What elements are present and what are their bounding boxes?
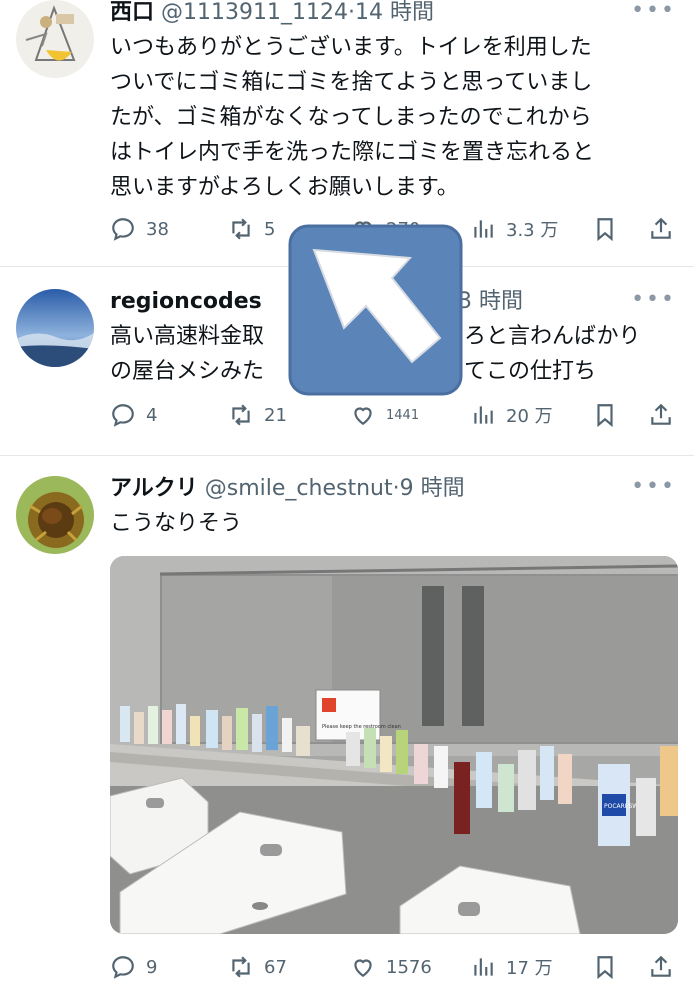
- timestamp[interactable]: 9 時間: [400, 476, 465, 501]
- retweet-icon: [232, 404, 250, 426]
- views-button[interactable]: 20 万: [470, 400, 553, 430]
- share-button[interactable]: [648, 952, 684, 982]
- share-icon: [651, 217, 671, 239]
- action-bar: 9 67 1576 17 万: [110, 952, 680, 982]
- reply-button[interactable]: 4: [110, 400, 157, 430]
- bookmark-icon: [597, 218, 613, 242]
- views-icon: [474, 958, 493, 976]
- bookmark-icon: [597, 956, 613, 980]
- retweet-icon: [232, 956, 250, 978]
- user-handle[interactable]: @1113911_1124: [161, 0, 348, 25]
- reply-count: 9: [146, 956, 158, 978]
- reply-icon: [112, 956, 134, 979]
- tweet-header: regioncodes: [110, 287, 262, 317]
- display-name[interactable]: 西口: [110, 0, 154, 25]
- share-button[interactable]: [648, 400, 684, 430]
- retweet-count: 67: [264, 956, 287, 978]
- share-button[interactable]: [648, 214, 684, 244]
- action-bar: 4 21 1441 20 万: [110, 400, 680, 430]
- user-handle[interactable]: @smile_chestnut: [205, 476, 393, 501]
- text-line: こうなりそう: [110, 511, 243, 536]
- timestamp[interactable]: 14 時間: [355, 0, 434, 25]
- bookmark-button[interactable]: [592, 400, 628, 430]
- restroom-sign: Please keep the restroom clean: [322, 724, 401, 730]
- tweet-text: いつもありがとうございます。トイレを利用した ついでにゴミ箱にゴミを捨てようと思…: [110, 30, 670, 205]
- bookmark-button[interactable]: [592, 214, 628, 244]
- text-line: たが、ゴミ箱がなくなってしまったのでこれから: [110, 105, 592, 130]
- reply-button[interactable]: 9: [110, 952, 157, 982]
- views-count: 20 万: [506, 406, 553, 427]
- tweet-text: こうなりそう: [110, 506, 670, 541]
- tweet-3[interactable]: アルクリ @smile_chestnut·9 時間 ••• こうなりそう Ple…: [0, 456, 694, 1000]
- tweet-photo[interactable]: Please keep the restroom clean POCARI SW…: [110, 556, 678, 934]
- views-count: 3.3 万: [506, 220, 559, 241]
- like-count: 1441: [386, 407, 420, 423]
- retweet-button[interactable]: 21: [228, 400, 287, 430]
- display-name[interactable]: アルクリ: [110, 476, 198, 501]
- cursor-arrow-icon: [288, 224, 463, 396]
- tweet-header: アルクリ @smile_chestnut·9 時間: [110, 476, 465, 501]
- retweet-count: 21: [264, 404, 287, 426]
- share-icon: [651, 403, 671, 425]
- more-options-icon[interactable]: •••: [631, 474, 676, 499]
- like-button[interactable]: 1576: [350, 952, 432, 982]
- avatar[interactable]: [16, 0, 94, 78]
- reply-icon: [112, 404, 134, 427]
- share-icon: [651, 955, 671, 977]
- more-options-icon[interactable]: •••: [631, 287, 676, 312]
- tweet-header: 西口 @1113911_1124·14 時間: [110, 0, 434, 25]
- bookmark-button[interactable]: [592, 952, 628, 982]
- reply-count: 4: [146, 404, 158, 426]
- text-line: 思いますがよろしくお願いします。: [110, 175, 459, 200]
- reply-count: 38: [146, 218, 169, 240]
- text-line: ついでにゴミ箱にゴミを捨てようと思っていまし: [110, 70, 593, 95]
- retweet-count: 5: [264, 218, 276, 240]
- heart-icon: [354, 407, 372, 425]
- views-icon: [474, 220, 493, 238]
- avatar[interactable]: [16, 476, 94, 554]
- heart-icon: [354, 959, 372, 977]
- reply-button[interactable]: 38: [110, 214, 169, 244]
- views-button[interactable]: 17 万: [470, 952, 553, 982]
- views-count: 17 万: [506, 958, 553, 979]
- like-count: 1576: [386, 956, 432, 978]
- reply-icon: [112, 218, 134, 241]
- avatar[interactable]: [16, 289, 94, 367]
- like-button[interactable]: 1441: [350, 400, 419, 430]
- display-name[interactable]: regioncodes: [110, 289, 262, 314]
- views-icon: [474, 406, 493, 424]
- bookmark-icon: [597, 404, 613, 428]
- text-line: はトイレ内で手を洗った際にゴミを置き忘れると: [110, 140, 595, 165]
- more-options-icon[interactable]: •••: [631, 0, 676, 23]
- retweet-icon: [232, 218, 250, 240]
- text-line: いつもありがとうございます。トイレを利用した: [110, 35, 592, 60]
- retweet-button[interactable]: 67: [228, 952, 287, 982]
- views-button[interactable]: 3.3 万: [470, 214, 558, 244]
- retweet-button[interactable]: 5: [228, 214, 275, 244]
